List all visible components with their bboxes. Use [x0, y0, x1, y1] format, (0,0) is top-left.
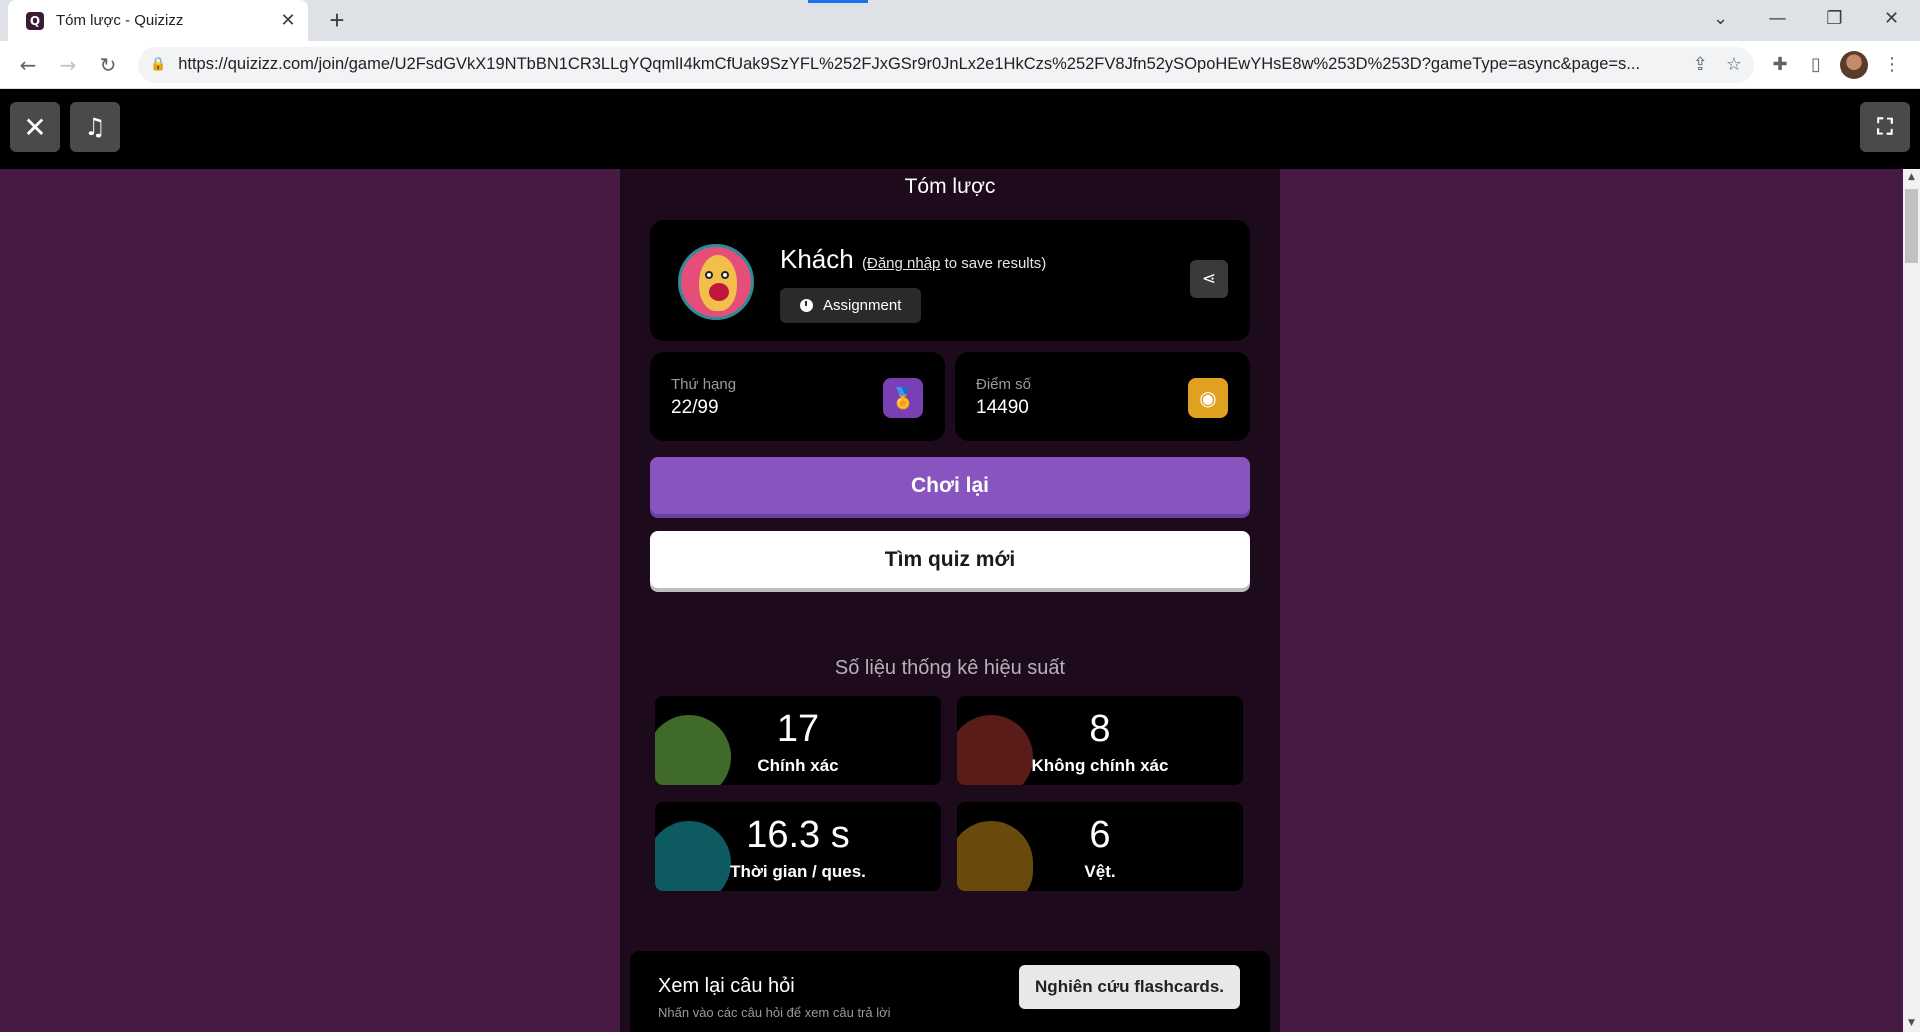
score-label: Điểm số — [976, 376, 1032, 393]
share-button[interactable]: ⋖ — [1190, 260, 1228, 298]
rank-card: Thứ hạng 22/99 🏅 — [650, 352, 945, 441]
medal-icon: 🏅 — [883, 378, 923, 418]
avatar-eye-right — [721, 271, 729, 279]
time-value: 16.3 s — [746, 814, 850, 856]
share-page-icon[interactable]: ⇪ — [1693, 54, 1708, 75]
streak-stat: 6 Vệt. — [957, 802, 1243, 891]
window-controls: ⌄ — ❐ ✕ — [1692, 0, 1920, 41]
review-title: Xem lại câu hỏi — [658, 975, 795, 997]
player-name: Khách — [780, 244, 854, 274]
correct-label: Chính xác — [757, 756, 839, 775]
streak-label: Vệt. — [1084, 862, 1116, 881]
url-text[interactable]: https://quizizz.com/join/game/U2FsdGVkX1… — [178, 55, 1675, 74]
player-card: Khách (Đăng nhập to save results) Assign… — [650, 220, 1250, 341]
new-tab-icon[interactable]: + — [322, 6, 352, 36]
restore-icon[interactable]: ❐ — [1806, 0, 1863, 41]
streak-value: 6 — [1089, 814, 1111, 856]
mode-badge: Assignment — [780, 288, 922, 323]
avatar — [678, 244, 754, 320]
tab-search-icon[interactable]: ⌄ — [1692, 0, 1749, 41]
login-link[interactable]: Đăng nhập — [867, 255, 940, 272]
share-icon: ⋖ — [1201, 269, 1217, 289]
profile-avatar[interactable] — [1840, 50, 1868, 79]
browser-toolbar: ← → ↻ 🔒 https://quizizz.com/join/game/U2… — [0, 41, 1920, 89]
review-section: Xem lại câu hỏi Nhấn vào các câu hỏi để … — [630, 951, 1270, 1032]
correct-stat: 17 Chính xác — [655, 696, 941, 785]
bookmark-star-icon[interactable]: ☆ — [1726, 54, 1742, 75]
lock-icon[interactable]: 🔒 — [150, 57, 166, 72]
login-suffix: to save results) — [944, 255, 1047, 272]
incorrect-label: Không chính xác — [1031, 756, 1169, 775]
page-scrollbar[interactable]: ▲ ▼ — [1903, 169, 1920, 1032]
mode-badge-label: Assignment — [823, 297, 902, 314]
scrollbar-thumb[interactable] — [1905, 189, 1918, 263]
browser-tabbar: Q Tóm lược - Quizizz ✕ + ⌄ — ❐ ✕ — [0, 0, 1920, 41]
back-icon[interactable]: ← — [10, 47, 46, 83]
minimize-icon[interactable]: — — [1749, 0, 1806, 41]
performance-title: Số liệu thống kê hiệu suất — [834, 657, 1066, 679]
scroll-down-icon[interactable]: ▼ — [1903, 1015, 1920, 1032]
rank-label: Thứ hạng — [671, 376, 737, 393]
tab-close-icon[interactable]: ✕ — [278, 10, 298, 31]
login-note: (Đăng nhập to save results) — [862, 255, 1046, 272]
address-bar[interactable]: 🔒 https://quizizz.com/join/game/U2FsdGVk… — [138, 46, 1754, 83]
review-subtitle: Nhấn vào các câu hỏi để xem câu trả lời — [658, 1005, 891, 1020]
summary-column: Tóm lược Khách (Đăng nhập to save result… — [620, 169, 1280, 1032]
time-stat: 16.3 s Thời gian / ques. — [655, 802, 941, 891]
quizizz-favicon-icon: Q — [26, 11, 44, 30]
score-value: 14490 — [976, 397, 1029, 418]
flashcards-button[interactable]: Nghiên cứu flashcards. — [1019, 965, 1240, 1009]
avatar-mouth — [709, 283, 729, 301]
fullscreen-icon[interactable]: ⛶ — [1860, 102, 1910, 152]
scroll-up-icon[interactable]: ▲ — [1903, 169, 1920, 186]
incorrect-count: 8 — [1089, 708, 1111, 750]
incorrect-stat: 8 Không chính xác — [957, 696, 1243, 785]
time-label: Thời gian / ques. — [730, 862, 866, 881]
reload-icon[interactable]: ↻ — [90, 47, 126, 83]
music-note-icon[interactable]: ♫ — [70, 102, 120, 152]
correct-count: 17 — [776, 708, 820, 750]
quiz-top-bar: ✕ ♫ ⛶ — [0, 89, 1920, 169]
coins-icon: ◉ — [1188, 378, 1228, 418]
play-again-button[interactable]: Chơi lại — [650, 457, 1250, 514]
close-quiz-icon[interactable]: ✕ — [10, 102, 60, 152]
find-new-quiz-button[interactable]: Tìm quiz mới — [650, 531, 1250, 588]
window-close-icon[interactable]: ✕ — [1863, 0, 1920, 41]
clock-icon — [800, 299, 813, 312]
rank-value: 22/99 — [671, 397, 719, 418]
side-panel-icon[interactable]: ▯ — [1798, 47, 1834, 83]
loading-indicator — [808, 0, 868, 3]
extensions-puzzle-icon[interactable]: ✚ — [1762, 47, 1798, 83]
menu-kebab-icon[interactable]: ⋮ — [1874, 47, 1910, 83]
page-title: Tóm lược — [904, 175, 996, 198]
forward-icon[interactable]: → — [50, 47, 86, 83]
browser-tab[interactable]: Q Tóm lược - Quizizz ✕ — [8, 0, 308, 41]
avatar-eye-left — [705, 271, 713, 279]
score-card: Điểm số 14490 ◉ — [955, 352, 1250, 441]
quiz-stage: Tóm lược Khách (Đăng nhập to save result… — [0, 169, 1920, 1032]
tab-title: Tóm lược - Quizizz — [56, 12, 184, 29]
